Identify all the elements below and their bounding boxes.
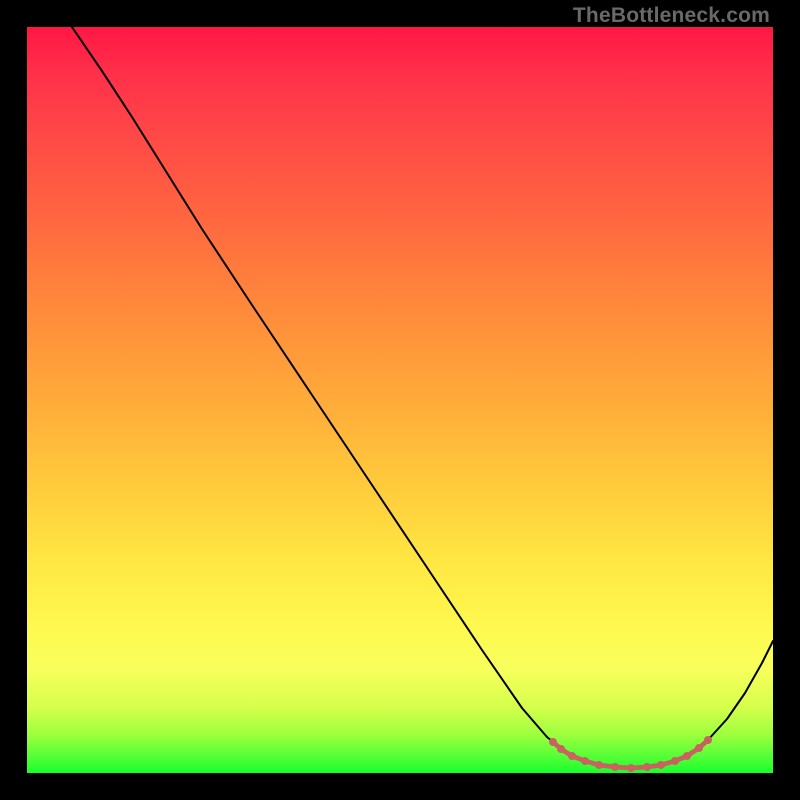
highlight-segment — [599, 765, 615, 767]
chart-frame: TheBottleneck.com — [0, 0, 800, 800]
highlight-segment — [699, 740, 708, 748]
highlight-segment — [615, 767, 631, 768]
highlight-segment — [631, 767, 647, 768]
plot-area — [27, 27, 773, 773]
chart-svg — [27, 27, 773, 773]
curve-main-curve — [72, 27, 773, 768]
watermark-text: TheBottleneck.com — [573, 4, 770, 28]
